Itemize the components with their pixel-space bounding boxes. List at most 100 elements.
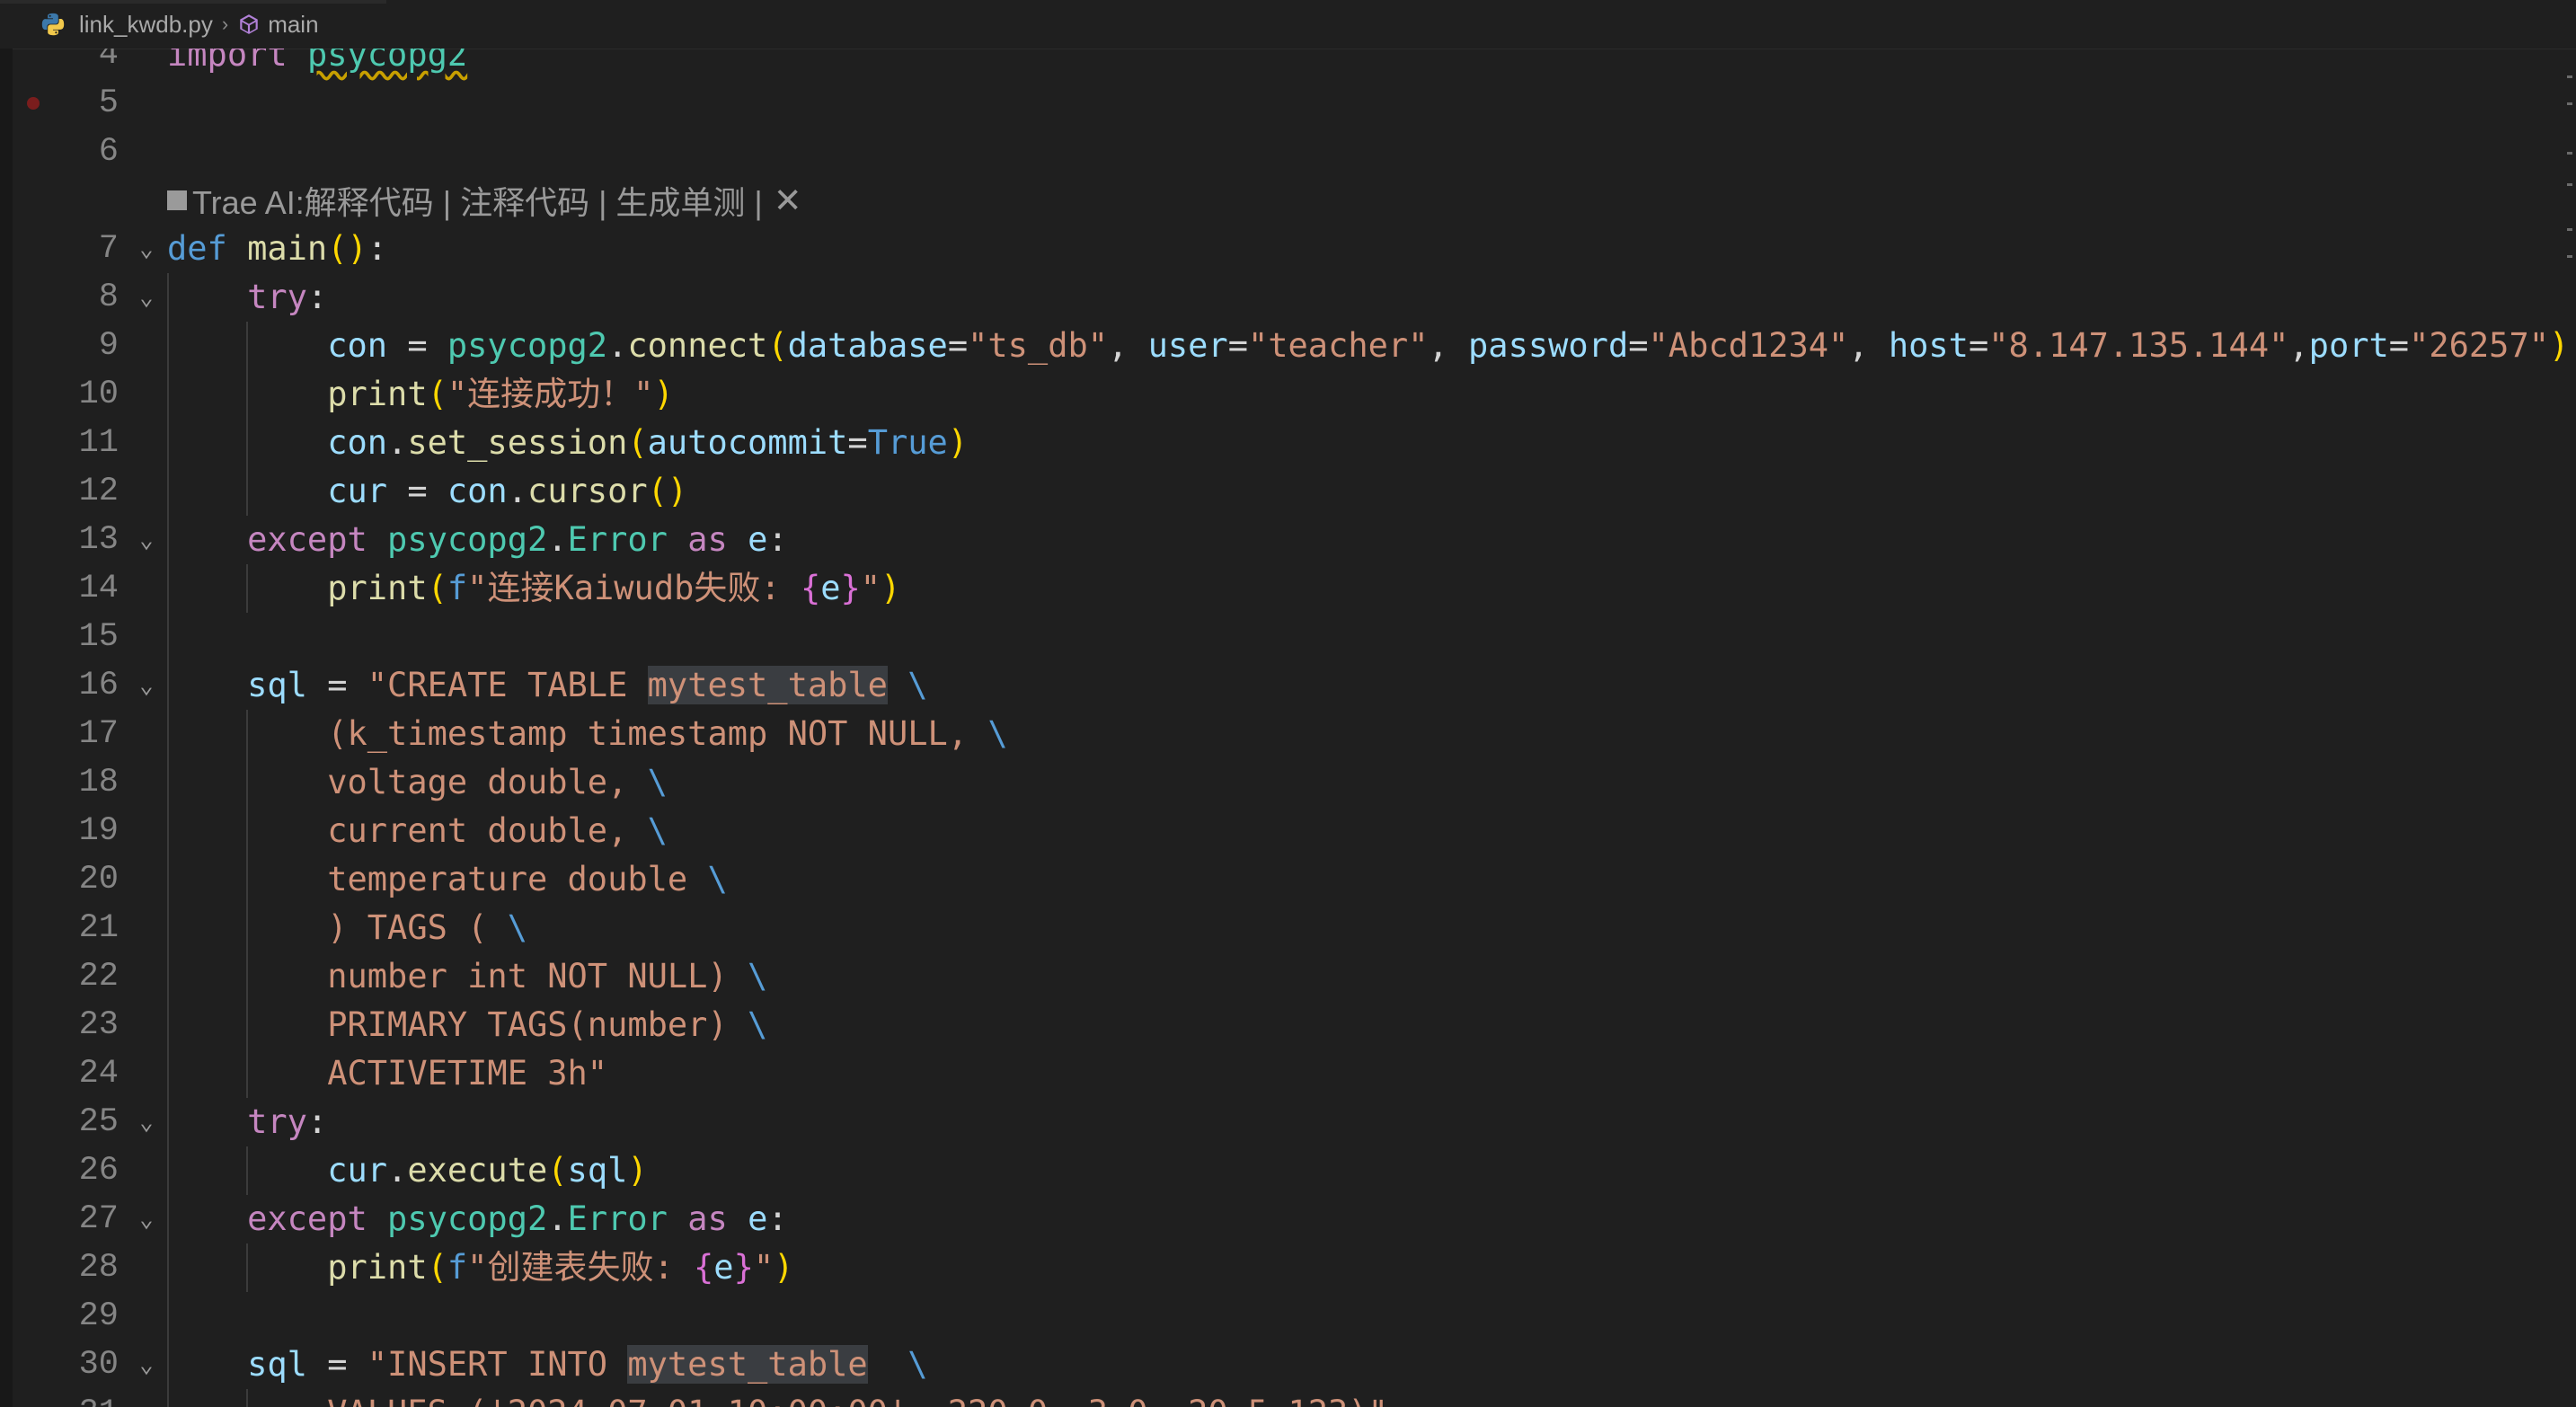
- close-icon[interactable]: ✕: [774, 181, 802, 221]
- indent-guide: [167, 273, 169, 1407]
- line-number: 8: [98, 279, 119, 316]
- line-number: 10: [78, 376, 119, 413]
- code-line[interactable]: 31 VALUES ('2024-07-01 10:00:00', 220.0,…: [0, 1389, 2576, 1407]
- code-text[interactable]: ) TAGS ( \: [167, 904, 527, 952]
- code-text[interactable]: try:: [167, 273, 327, 322]
- fold-chevron-icon[interactable]: ⌄: [133, 516, 160, 564]
- indent-guide: [246, 1389, 248, 1407]
- code-text[interactable]: PRIMARY TAGS(number) \: [167, 1001, 767, 1049]
- code-text[interactable]: print(f"连接Kaiwudb失败: {e}"): [167, 564, 900, 613]
- code-line[interactable]: 11 con.set_session(autocommit=True): [0, 419, 2576, 467]
- fold-chevron-icon[interactable]: ⌄: [133, 225, 160, 273]
- line-number: 29: [78, 1297, 119, 1335]
- indent-guide: [246, 1146, 248, 1195]
- code-line[interactable]: 5: [0, 79, 2576, 128]
- line-number: 16: [78, 667, 119, 704]
- code-line[interactable]: 13 ⌄ except psycopg2.Error as e:: [0, 516, 2576, 564]
- code-text[interactable]: VALUES ('2024-07-01 10:00:00', 220.0, 3.…: [167, 1389, 1388, 1407]
- ai-codelens[interactable]: Trae AI:解释代码 | 注释代码 | 生成单测 | ✕: [167, 181, 802, 221]
- code-line[interactable]: 30 ⌄ sql = "INSERT INTO mytest_table \: [0, 1341, 2576, 1389]
- code-line[interactable]: 27 ⌄ except psycopg2.Error as e:: [0, 1195, 2576, 1243]
- code-line[interactable]: 17 (k_timestamp timestamp NOT NULL, \: [0, 710, 2576, 758]
- code-text[interactable]: except psycopg2.Error as e:: [167, 516, 788, 564]
- code-line[interactable]: 8 ⌄ try:: [0, 273, 2576, 322]
- line-number: 12: [78, 473, 119, 510]
- line-number: 17: [78, 715, 119, 753]
- line-number: 30: [78, 1346, 119, 1384]
- breadcrumb-bar: link_kwdb.py › main: [0, 0, 2576, 49]
- code-line[interactable]: 7 ⌄ def main():: [0, 225, 2576, 273]
- indent-guide: [246, 322, 248, 516]
- code-line[interactable]: 10 print("连接成功！"): [0, 370, 2576, 419]
- code-line[interactable]: 22 number int NOT NULL) \: [0, 952, 2576, 1001]
- line-number: 4: [98, 49, 119, 74]
- line-number: 13: [78, 521, 119, 559]
- line-number: 11: [78, 424, 119, 462]
- fold-chevron-icon[interactable]: ⌄: [133, 273, 160, 322]
- indent-guide: [246, 564, 248, 613]
- code-line[interactable]: 25 ⌄ try:: [0, 1098, 2576, 1146]
- line-number: 22: [78, 958, 119, 996]
- code-text[interactable]: def main():: [167, 225, 387, 273]
- code-line[interactable]: 29: [0, 1292, 2576, 1341]
- line-number: 7: [98, 230, 119, 268]
- code-line[interactable]: 14 print(f"连接Kaiwudb失败: {e}"): [0, 564, 2576, 613]
- cube-symbol-icon: [240, 14, 258, 34]
- line-number: 18: [78, 764, 119, 801]
- code-text[interactable]: except psycopg2.Error as e:: [167, 1195, 788, 1243]
- code-line[interactable]: 4 import psycopg2: [0, 49, 2576, 79]
- line-number: 15: [78, 618, 119, 656]
- line-number: 9: [98, 327, 119, 365]
- code-text[interactable]: ACTIVETIME 3h": [167, 1049, 607, 1098]
- fold-chevron-icon[interactable]: ⌄: [133, 1098, 160, 1146]
- python-file-icon: [41, 13, 65, 36]
- code-text[interactable]: voltage double, \: [167, 758, 668, 807]
- code-text[interactable]: import psycopg2: [167, 49, 467, 79]
- code-line[interactable]: 9 con = psycopg2.connect(database="ts_db…: [0, 322, 2576, 370]
- codelens-actions[interactable]: Trae AI:解释代码 | 注释代码 | 生成单测 |: [192, 177, 763, 224]
- line-number: 25: [78, 1103, 119, 1141]
- code-line[interactable]: 16 ⌄ sql = "CREATE TABLE mytest_table \: [0, 661, 2576, 710]
- code-text[interactable]: number int NOT NULL) \: [167, 952, 767, 1001]
- code-text[interactable]: (k_timestamp timestamp NOT NULL, \: [167, 710, 1007, 758]
- code-line[interactable]: 19 current double, \: [0, 807, 2576, 855]
- code-line[interactable]: 21 ) TAGS ( \: [0, 904, 2576, 952]
- line-number: 23: [78, 1006, 119, 1044]
- line-number: 27: [78, 1200, 119, 1238]
- code-text[interactable]: try:: [167, 1098, 327, 1146]
- fold-chevron-icon[interactable]: ⌄: [133, 1195, 160, 1243]
- code-text[interactable]: cur = con.cursor(): [167, 467, 687, 516]
- code-line[interactable]: 15: [0, 613, 2576, 661]
- code-text[interactable]: temperature double \: [167, 855, 728, 904]
- code-line[interactable]: 6: [0, 128, 2576, 176]
- code-text[interactable]: print("连接成功！"): [167, 370, 674, 419]
- code-text[interactable]: con = psycopg2.connect(database="ts_db",…: [167, 322, 2569, 370]
- code-text[interactable]: cur.execute(sql): [167, 1146, 647, 1195]
- indent-guide: [246, 710, 248, 1098]
- code-text[interactable]: con.set_session(autocommit=True): [167, 419, 968, 467]
- code-line[interactable]: 26 cur.execute(sql): [0, 1146, 2576, 1195]
- line-number: 6: [98, 133, 119, 171]
- code-text[interactable]: sql = "INSERT INTO mytest_table \: [167, 1341, 928, 1389]
- line-number: 5: [98, 84, 119, 122]
- code-line[interactable]: 28 print(f"创建表失败: {e}"): [0, 1243, 2576, 1292]
- line-number: 24: [78, 1055, 119, 1093]
- fold-chevron-icon[interactable]: ⌄: [133, 661, 160, 710]
- fold-chevron-icon[interactable]: ⌄: [133, 1341, 160, 1389]
- breadcrumb-symbol[interactable]: main: [268, 11, 318, 39]
- code-text[interactable]: print(f"创建表失败: {e}"): [167, 1243, 793, 1292]
- code-line[interactable]: 23 PRIMARY TAGS(number) \: [0, 1001, 2576, 1049]
- breadcrumb-file[interactable]: link_kwdb.py: [79, 11, 213, 39]
- line-number: 20: [78, 861, 119, 898]
- code-editor[interactable]: 4 import psycopg2 5 6 7 ⌄ def main(): 8 ⌄ try: 9 …: [0, 49, 2576, 1407]
- line-number: 14: [78, 570, 119, 607]
- code-text[interactable]: current double, \: [167, 807, 668, 855]
- indent-guide: [246, 1243, 248, 1292]
- code-line[interactable]: 24 ACTIVETIME 3h": [0, 1049, 2576, 1098]
- code-text[interactable]: sql = "CREATE TABLE mytest_table \: [167, 661, 928, 710]
- code-line[interactable]: 12 cur = con.cursor(): [0, 467, 2576, 516]
- code-line[interactable]: 18 voltage double, \: [0, 758, 2576, 807]
- code-line[interactable]: 20 temperature double \: [0, 855, 2576, 904]
- line-number: 21: [78, 909, 119, 947]
- line-number: 26: [78, 1152, 119, 1190]
